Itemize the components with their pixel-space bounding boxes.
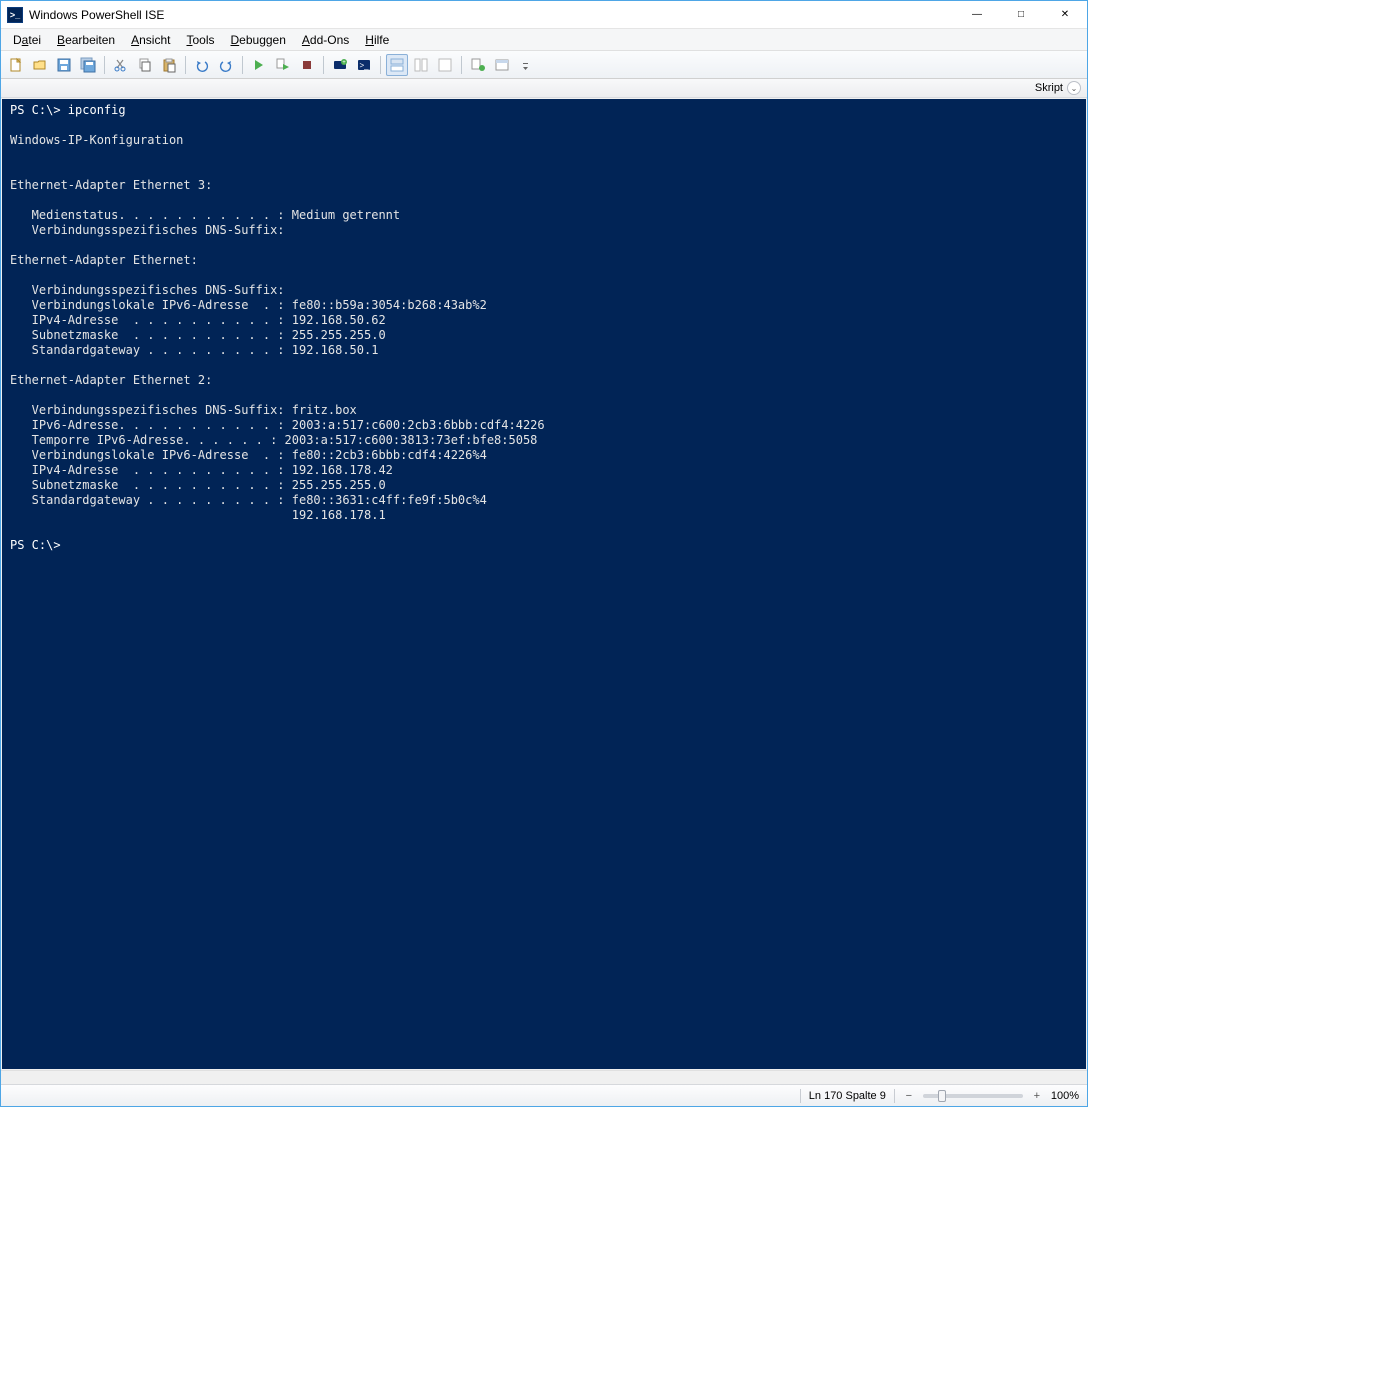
cursor-position: Ln 170 Spalte 9 <box>809 1090 886 1102</box>
new-file-button[interactable] <box>5 54 27 76</box>
script-pane-bar[interactable]: Skript ⌄ <box>1 79 1087 98</box>
console-pane[interactable]: PS C:\> ipconfig Windows-IP-Konfiguratio… <box>2 99 1086 1069</box>
window-title: Windows PowerShell ISE <box>29 8 955 22</box>
statusbar: Ln 170 Spalte 9 − + 100% <box>1 1084 1087 1106</box>
open-file-button[interactable] <box>29 54 51 76</box>
statusbar-separator <box>800 1089 801 1103</box>
script-pane-label: Skript <box>1035 82 1063 94</box>
prompt: PS C:\> <box>10 538 68 552</box>
chevron-down-icon[interactable]: ⌄ <box>1067 81 1081 95</box>
menu-tools[interactable]: Tools <box>178 31 222 49</box>
run-selection-button[interactable] <box>272 54 294 76</box>
zoom-slider-thumb[interactable] <box>938 1090 946 1102</box>
svg-text:+: + <box>342 60 346 66</box>
titlebar: >_ Windows PowerShell ISE — □ ✕ <box>1 1 1087 29</box>
menu-bearbeiten[interactable]: Bearbeiten <box>49 31 123 49</box>
cut-button[interactable] <box>110 54 132 76</box>
menu-debuggen[interactable]: Debuggen <box>223 31 294 49</box>
show-script-maximized-button[interactable] <box>434 54 456 76</box>
console-pane-wrapper: PS C:\> ipconfig Windows-IP-Konfiguratio… <box>1 98 1087 1070</box>
show-command-addon-button[interactable] <box>467 54 489 76</box>
zoom-out-button[interactable]: − <box>903 1090 915 1102</box>
window-controls: — □ ✕ <box>955 1 1087 29</box>
undo-button[interactable] <box>191 54 213 76</box>
save-button[interactable] <box>53 54 75 76</box>
toolbar: + >_ <box>1 51 1087 79</box>
paste-button[interactable] <box>158 54 180 76</box>
close-button[interactable]: ✕ <box>1043 1 1087 29</box>
show-script-top-button[interactable] <box>386 54 408 76</box>
stop-button[interactable] <box>296 54 318 76</box>
horizontal-scrollbar-area[interactable] <box>1 1070 1087 1084</box>
toolbar-separator <box>104 56 105 74</box>
command-text: ipconfig <box>68 103 126 117</box>
zoom-slider[interactable] <box>923 1094 1023 1098</box>
statusbar-separator <box>894 1089 895 1103</box>
toolbar-separator <box>185 56 186 74</box>
toolbar-separator <box>323 56 324 74</box>
minimize-button[interactable]: — <box>955 1 999 29</box>
console-output: Windows-IP-Konfiguration Ethernet-Adapte… <box>10 133 545 522</box>
new-remote-tab-button[interactable]: + <box>329 54 351 76</box>
zoom-in-button[interactable]: + <box>1031 1090 1043 1102</box>
run-script-button[interactable] <box>248 54 270 76</box>
menu-hilfe[interactable]: Hilfe <box>357 31 397 49</box>
menu-datei[interactable]: Datei <box>5 31 49 49</box>
toolbar-separator <box>380 56 381 74</box>
toolbar-separator <box>242 56 243 74</box>
toolbar-overflow-button[interactable] <box>515 54 537 76</box>
redo-button[interactable] <box>215 54 237 76</box>
maximize-button[interactable]: □ <box>999 1 1043 29</box>
show-script-right-button[interactable] <box>410 54 432 76</box>
show-command-window-button[interactable] <box>491 54 513 76</box>
copy-button[interactable] <box>134 54 156 76</box>
start-powershell-button[interactable]: >_ <box>353 54 375 76</box>
save-all-button[interactable] <box>77 54 99 76</box>
app-icon: >_ <box>7 7 23 23</box>
prompt: PS C:\> <box>10 103 68 117</box>
svg-text:>_: >_ <box>359 61 369 70</box>
menu-addons[interactable]: Add-Ons <box>294 31 357 49</box>
menu-ansicht[interactable]: Ansicht <box>123 31 178 49</box>
menubar: Datei Bearbeiten Ansicht Tools Debuggen … <box>1 29 1087 51</box>
toolbar-separator <box>461 56 462 74</box>
zoom-level: 100% <box>1051 1090 1079 1102</box>
